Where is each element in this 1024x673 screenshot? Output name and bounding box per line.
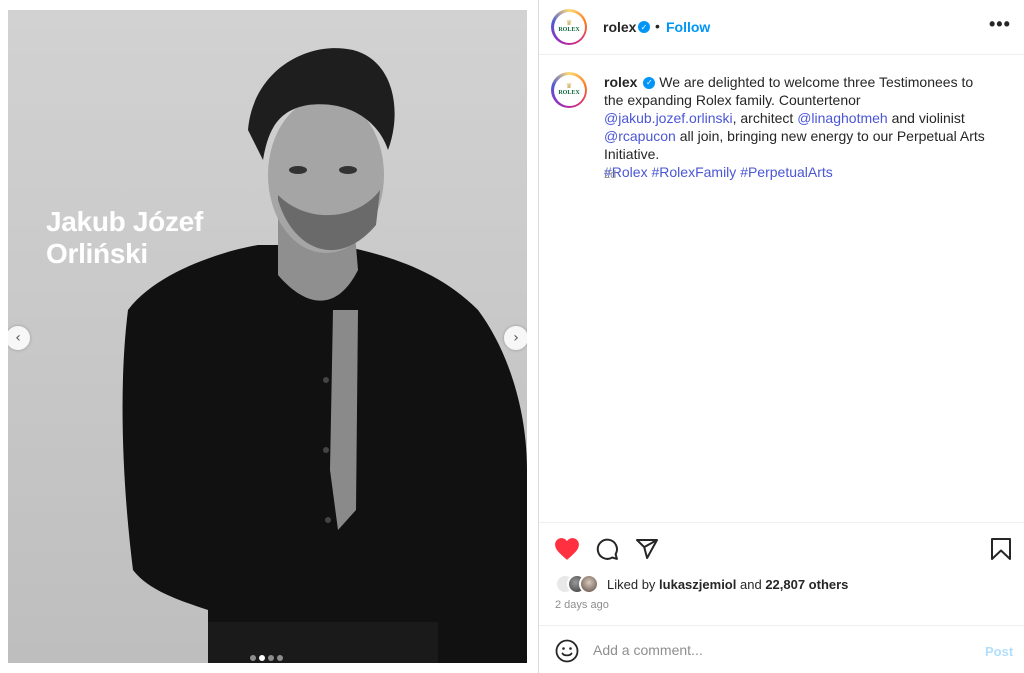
verified-badge-icon: ✓ (638, 21, 650, 33)
post-details-panel: ♛ ROLEX rolex ✓ • Follow ••• ♛ ROLEX rol… (538, 0, 1024, 673)
carousel-dot-active (259, 655, 265, 661)
crown-icon: ♛ (565, 82, 573, 90)
caption-username[interactable]: rolex (604, 74, 637, 90)
avatar[interactable]: ♛ ROLEX (551, 9, 587, 45)
chevron-right-icon: › (513, 330, 519, 346)
post-header: ♛ ROLEX rolex ✓ • Follow ••• (539, 0, 1024, 55)
caption-timestamp[interactable]: 2d (604, 169, 616, 181)
verified-badge-icon: ✓ (643, 77, 656, 90)
carousel-dot (277, 655, 283, 661)
caption-text: and violinist (887, 110, 965, 126)
mention-link[interactable]: @rcapucon (604, 128, 676, 144)
likes-prefix: Liked by (607, 576, 656, 592)
follow-button[interactable]: Follow (666, 19, 710, 35)
mention-link[interactable]: @jakub.jozef.orlinski (604, 110, 733, 126)
rolex-logo: ♛ ROLEX (553, 11, 585, 43)
post-date[interactable]: 2 days ago (555, 599, 609, 611)
post-caption: rolex ✓ We are delighted to welcome thre… (604, 73, 994, 181)
bookmark-icon[interactable] (990, 537, 1012, 561)
carousel-dot (268, 655, 274, 661)
likes-summary: Liked by lukaszjemiol and 22,807 others (555, 574, 848, 594)
caption-avatar[interactable]: ♛ ROLEX (551, 72, 587, 108)
logo-text: ROLEX (558, 27, 580, 33)
overlay-name-line2: Orliński (46, 238, 148, 269)
carousel-dot (250, 655, 256, 661)
separator-dot: • (655, 18, 660, 34)
overlay-person-name: Jakub Józef Orliński (46, 206, 203, 270)
logo-text: ROLEX (558, 90, 580, 96)
post-photo (8, 10, 527, 663)
comment-input[interactable] (593, 639, 953, 661)
caption-text: , architect (732, 110, 798, 126)
chevron-left-icon: ‹ (15, 330, 21, 346)
likes-count[interactable]: 22,807 others (765, 577, 848, 592)
carousel-next-button[interactable]: › (504, 326, 527, 350)
avatar (579, 574, 599, 594)
overlay-name-line1: Jakub Józef (46, 206, 203, 237)
post-comment-button[interactable]: Post (985, 644, 1013, 659)
comment-bar: Post (539, 625, 1024, 673)
emoji-icon[interactable] (555, 639, 579, 663)
action-bar (539, 522, 1024, 572)
rolex-logo: ♛ ROLEX (553, 74, 585, 106)
likes-and: and (739, 576, 762, 592)
liker-avatars[interactable] (555, 574, 601, 594)
mention-link[interactable]: @linaghotmeh (797, 110, 888, 126)
share-icon[interactable] (635, 537, 659, 561)
comment-icon[interactable] (595, 537, 619, 561)
carousel-indicator (250, 655, 283, 661)
heart-filled-icon[interactable] (554, 537, 580, 561)
liker-username[interactable]: lukaszjemiol (659, 577, 736, 592)
caption-section: ♛ ROLEX rolex ✓ We are delighted to welc… (539, 56, 1024, 521)
crown-icon: ♛ (565, 19, 573, 27)
more-options-icon[interactable]: ••• (989, 14, 1011, 35)
header-username[interactable]: rolex (603, 19, 636, 35)
hashtag-link[interactable]: #RolexFamily (651, 164, 736, 180)
caption-text: We are delighted to welcome three Testim… (604, 74, 974, 108)
hashtag-link[interactable]: #PerpetualArts (740, 164, 833, 180)
post-media[interactable]: Jakub Józef Orliński ‹ › (8, 10, 527, 663)
